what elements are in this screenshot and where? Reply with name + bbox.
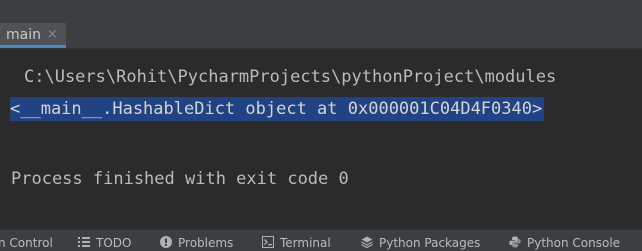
console-command-path: C:\Users\Rohit\PycharmProjects\pythonPro…	[24, 67, 557, 87]
tab-main[interactable]: main ×	[0, 23, 66, 48]
tool-python-packages-label: Python Packages	[379, 236, 481, 250]
tool-window-bar: n Control TODO Problems Terminal Python …	[0, 229, 642, 251]
problems-info-icon	[160, 236, 172, 248]
console-exit-message: Process finished with exit code 0	[11, 169, 349, 189]
tool-terminal[interactable]: Terminal	[262, 234, 331, 251]
tool-python-packages[interactable]: Python Packages	[361, 234, 480, 251]
layers-icon	[361, 236, 373, 248]
tool-todo-label: TODO	[96, 236, 132, 250]
tool-python-console-label: Python Console	[527, 236, 621, 250]
python-icon	[509, 236, 521, 248]
tool-version-control-label: n Control	[0, 236, 53, 250]
tool-problems[interactable]: Problems	[160, 234, 233, 251]
run-tab-bar: main ×	[0, 0, 642, 49]
console-selected-output[interactable]: <__main__.HashableDict object at 0x00000…	[10, 97, 545, 121]
tool-problems-label: Problems	[178, 236, 234, 250]
tool-todo[interactable]: TODO	[78, 234, 131, 251]
tab-main-label: main	[6, 27, 41, 43]
run-tool-window: main × C:\Users\Rohit\PycharmProjects\py…	[0, 0, 642, 251]
todo-list-icon	[78, 237, 90, 247]
tool-python-console[interactable]: Python Console	[509, 234, 620, 251]
close-icon[interactable]: ×	[47, 26, 58, 44]
terminal-icon	[262, 236, 274, 248]
tool-terminal-label: Terminal	[280, 236, 331, 250]
tool-version-control[interactable]: n Control	[0, 234, 53, 251]
console-output[interactable]: C:\Users\Rohit\PycharmProjects\pythonPro…	[0, 49, 642, 229]
